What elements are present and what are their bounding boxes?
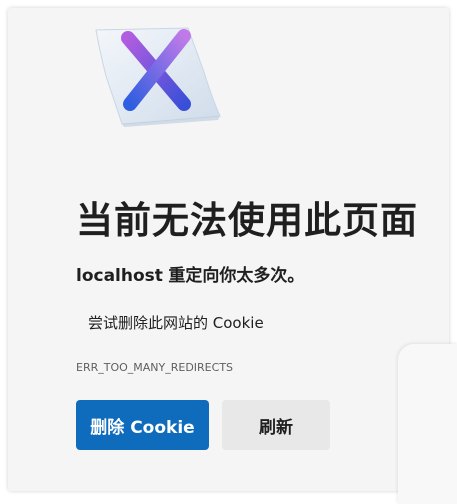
error-code: ERR_TOO_MANY_REDIRECTS bbox=[76, 361, 234, 374]
page-title: 当前无法使用此页面 bbox=[76, 199, 418, 242]
error-x-document-icon bbox=[95, 27, 221, 127]
error-message: 重定向你太多次。 bbox=[168, 266, 305, 286]
refresh-button[interactable]: 刷新 bbox=[222, 400, 330, 450]
side-panel bbox=[398, 344, 457, 504]
host-name: localhost bbox=[76, 266, 163, 286]
suggestion-text: 尝试删除此网站的 Cookie bbox=[88, 314, 264, 332]
delete-cookie-button[interactable]: 删除 Cookie bbox=[76, 400, 209, 450]
error-subtitle: localhost 重定向你太多次。 bbox=[76, 261, 304, 286]
error-page: 当前无法使用此页面 localhost 重定向你太多次。 尝试删除此网站的 Co… bbox=[8, 8, 449, 491]
